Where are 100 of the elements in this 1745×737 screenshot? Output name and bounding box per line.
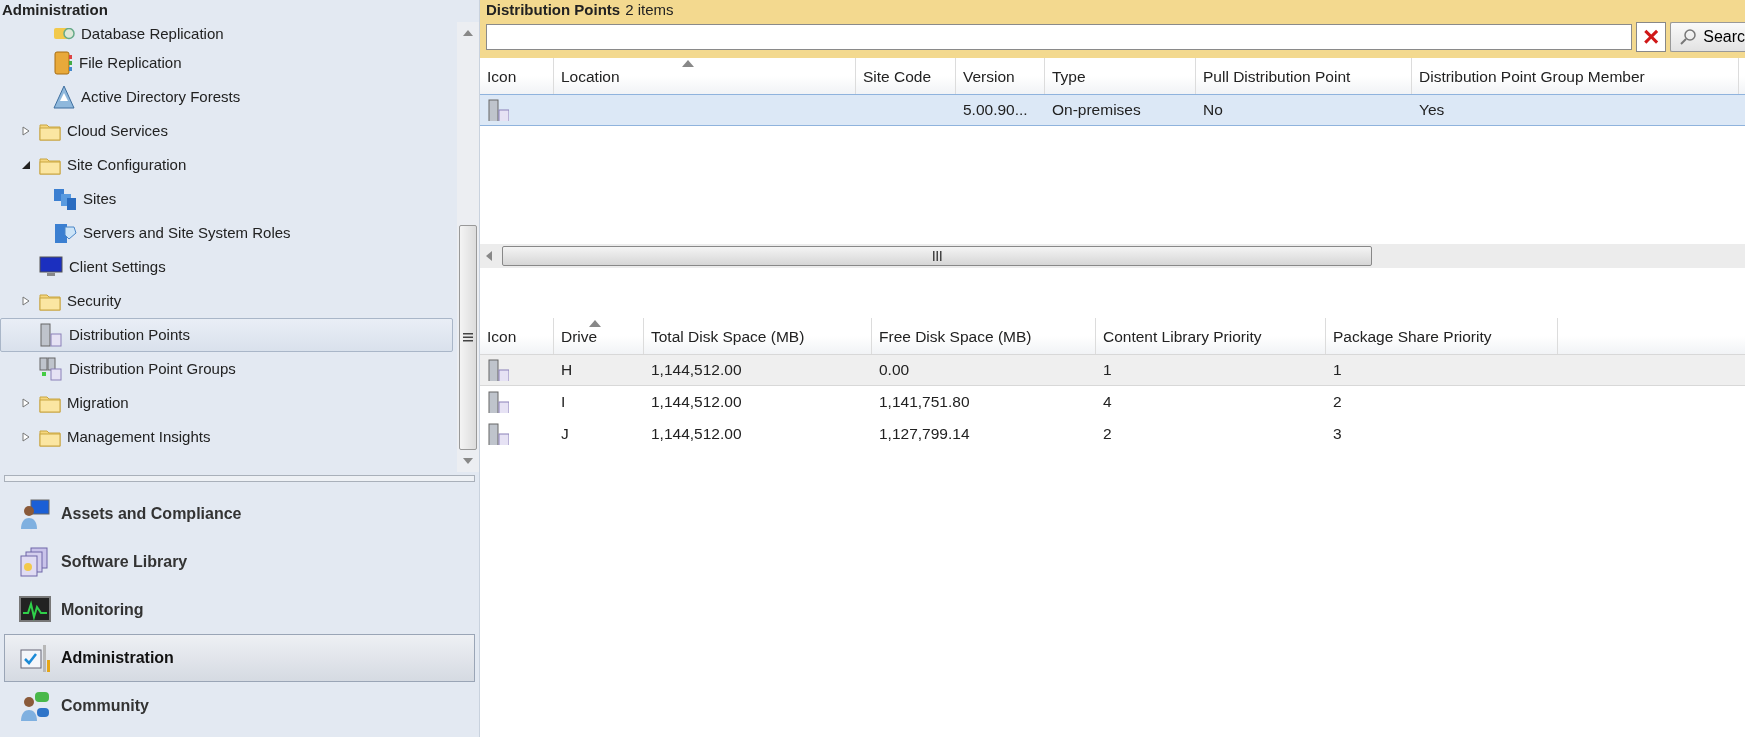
workspace-label: Assets and Compliance xyxy=(61,504,242,524)
search-button[interactable]: Searc xyxy=(1670,22,1745,52)
pane-splitter[interactable] xyxy=(4,475,475,482)
server-icon xyxy=(487,423,509,445)
table-row[interactable]: J 1,144,512.00 1,127,799.14 2 3 xyxy=(480,418,1745,450)
server-icon xyxy=(487,359,509,381)
table-cell-text: 4 xyxy=(1103,392,1112,413)
workspace-label: Administration xyxy=(61,648,174,668)
workspace-button[interactable]: Assets and Compliance xyxy=(4,490,475,538)
folder-icon xyxy=(39,121,61,141)
table-cell-text: 1,141,751.80 xyxy=(879,392,970,413)
tree-item[interactable]: File Replication xyxy=(0,46,453,80)
expand-arrow-icon[interactable] xyxy=(21,126,31,136)
buildings-icon xyxy=(53,187,77,211)
table-row[interactable]: 5.00.90... On-premises No Yes xyxy=(480,94,1745,126)
grip-icon xyxy=(932,251,942,261)
monitor-icon xyxy=(39,256,63,278)
server-icon xyxy=(487,99,509,121)
item-count: 2 items xyxy=(625,1,674,19)
sort-arrow-icon xyxy=(682,60,694,67)
expand-arrow-icon[interactable] xyxy=(21,398,31,408)
tree-item-label: Sites xyxy=(83,188,117,209)
collapse-arrow-icon[interactable] xyxy=(21,160,31,170)
stacked-documents-icon xyxy=(19,546,51,578)
table-cell-text: No xyxy=(1203,100,1223,121)
pane-title: Administration xyxy=(2,1,108,19)
table-cell-text: 3 xyxy=(1333,424,1342,445)
search-icon xyxy=(1679,28,1698,46)
table-cell-text: 2 xyxy=(1103,424,1112,445)
table-row[interactable]: I 1,144,512.00 1,141,751.80 4 2 xyxy=(480,386,1745,418)
table-cell-text: 1,144,512.00 xyxy=(651,424,742,445)
expand-arrow-icon[interactable] xyxy=(21,296,31,306)
folder-icon xyxy=(39,291,61,311)
tree-item[interactable]: Site Configuration xyxy=(0,148,453,182)
tree-item-label: File Replication xyxy=(79,52,182,73)
table-cell-text: 5.00.90... xyxy=(963,100,1028,121)
tree-item-label: Site Configuration xyxy=(67,154,187,175)
tree-item[interactable]: Active Directory Forests xyxy=(0,80,453,114)
tree-item-label: Database Replication xyxy=(81,23,224,44)
tree-item-label: Cloud Services xyxy=(67,120,168,141)
tree-item[interactable]: Database Replication xyxy=(0,22,453,46)
tree-item-label: Distribution Points xyxy=(69,324,190,345)
people-chat-icon xyxy=(19,690,51,722)
results-title: Distribution Points xyxy=(486,1,621,19)
tree-item[interactable]: Distribution Points xyxy=(0,318,453,352)
scroll-up-icon xyxy=(463,30,473,36)
table-cell-text: I xyxy=(561,392,566,413)
sort-arrow-icon xyxy=(589,320,601,327)
workspace-button[interactable]: Community xyxy=(4,682,475,730)
database-icon xyxy=(53,28,75,40)
folder-icon xyxy=(39,393,61,413)
table-cell-text: 1 xyxy=(1103,360,1112,381)
workspace-button[interactable]: Monitoring xyxy=(4,586,475,634)
tree-item[interactable]: Security xyxy=(0,284,453,318)
tree-item-label: Active Directory Forests xyxy=(81,86,241,107)
table-row[interactable]: H 1,144,512.00 0.00 1 1 xyxy=(480,354,1745,386)
workspace-button[interactable]: Administration xyxy=(4,634,475,682)
triangle-icon xyxy=(53,85,75,109)
clear-button[interactable]: × xyxy=(1636,22,1667,52)
scroll-down-icon xyxy=(463,458,473,464)
tree-item[interactable]: Cloud Services xyxy=(0,114,453,148)
workspace-label: Software Library xyxy=(61,552,188,572)
person-computer-icon xyxy=(19,498,51,530)
expand-arrow-icon[interactable] xyxy=(21,432,31,442)
table-cell-text: On-premises xyxy=(1052,100,1141,121)
servers-icon xyxy=(39,357,63,381)
tree-item[interactable]: Sites xyxy=(0,182,453,216)
search-field[interactable] xyxy=(486,24,1633,50)
folder-icon xyxy=(39,427,61,447)
checklist-wrench-icon xyxy=(19,642,51,674)
tree-item-label: Client Settings xyxy=(69,256,166,277)
tree-item[interactable]: Management Insights xyxy=(0,420,453,454)
workspace-button[interactable]: Software Library xyxy=(4,538,475,586)
table-cell-text: Yes xyxy=(1419,100,1445,121)
workspace-label: Community xyxy=(61,696,149,716)
tree-item-label: Management Insights xyxy=(67,426,211,447)
tree-item-label: Servers and Site System Roles xyxy=(83,222,291,243)
table-cell-text: 2 xyxy=(1333,392,1342,413)
server-tag-icon xyxy=(53,221,77,245)
tree-item[interactable]: Distribution Point Groups xyxy=(0,352,453,386)
vertical-scrollbar[interactable] xyxy=(457,22,479,472)
monitor-chart-icon xyxy=(19,595,51,625)
grip-icon xyxy=(463,332,473,342)
workspace-label: Monitoring xyxy=(61,600,144,620)
tree-item-label: Distribution Point Groups xyxy=(69,358,236,379)
scroll-left-icon xyxy=(486,251,492,261)
tree-item[interactable]: Servers and Site System Roles xyxy=(0,216,453,250)
table-cell-text: 1,144,512.00 xyxy=(651,360,742,381)
book-icon xyxy=(53,51,73,75)
tree-item[interactable]: Client Settings xyxy=(0,250,453,284)
horizontal-scrollbar[interactable] xyxy=(480,244,1745,268)
tree-item[interactable]: Migration xyxy=(0,386,453,420)
server-icon xyxy=(39,323,63,347)
tree-item-label: Migration xyxy=(67,392,129,413)
table-cell-text: H xyxy=(561,360,573,381)
folder-icon xyxy=(39,155,61,175)
server-icon xyxy=(487,391,509,413)
tree-item-label: Security xyxy=(67,290,122,311)
table-cell-text: 1 xyxy=(1333,360,1342,381)
table-cell-text: 1,144,512.00 xyxy=(651,392,742,413)
